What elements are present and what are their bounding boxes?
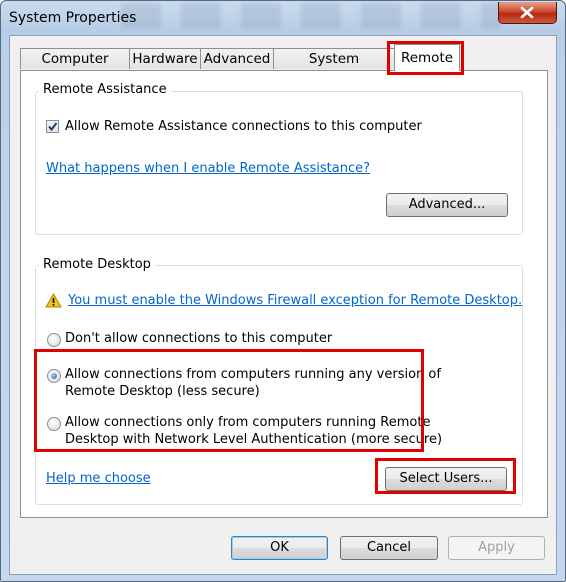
dialog-client-area: Computer Name Hardware Advanced System P… (9, 35, 557, 575)
cancel-button[interactable]: Cancel (340, 536, 438, 560)
title-bar[interactable]: System Properties (1, 1, 565, 35)
warning-icon (45, 293, 62, 308)
close-button[interactable] (498, 2, 557, 24)
remote-assistance-help-link[interactable]: What happens when I enable Remote Assist… (46, 161, 370, 176)
allow-any-version-radio[interactable] (47, 369, 61, 383)
tab-advanced[interactable]: Advanced (200, 48, 274, 69)
select-users-button[interactable]: Select Users... (385, 467, 507, 491)
remote-assistance-group-label: Remote Assistance (39, 82, 171, 97)
advanced-button[interactable]: Advanced... (386, 193, 508, 217)
firewall-exception-link[interactable]: You must enable the Windows Firewall exc… (68, 293, 522, 308)
allow-remote-assistance-checkbox[interactable] (46, 120, 59, 133)
allow-remote-assistance-label[interactable]: Allow Remote Assistance connections to t… (65, 119, 422, 134)
close-icon (520, 6, 534, 19)
remote-tab-panel: Remote Assistance Allow Remote Assistanc… (20, 70, 548, 518)
system-properties-window: System Properties Computer Name Hardware… (0, 0, 566, 582)
tab-system-protection[interactable]: System Protection (273, 48, 395, 88)
allow-any-version-label-line2[interactable]: Remote Desktop (less secure) (65, 384, 260, 399)
glass-background (121, 3, 501, 29)
help-me-choose-link[interactable]: Help me choose (46, 471, 151, 486)
window-title: System Properties (9, 10, 137, 26)
apply-button[interactable]: Apply (448, 536, 545, 560)
checkmark-icon (48, 122, 58, 132)
dont-allow-connections-label[interactable]: Don't allow connections to this computer (65, 331, 332, 346)
allow-any-version-label-line1[interactable]: Allow connections from computers running… (65, 367, 441, 382)
dont-allow-connections-radio[interactable] (47, 333, 61, 347)
allow-nla-only-label-line2[interactable]: Desktop with Network Level Authenticatio… (65, 432, 442, 447)
ok-button[interactable]: OK (231, 536, 328, 560)
tab-computer-name[interactable]: Computer Name (20, 48, 130, 88)
tab-hardware[interactable]: Hardware (129, 48, 201, 69)
allow-nla-only-radio[interactable] (47, 417, 61, 431)
tab-remote[interactable]: Remote (394, 44, 460, 71)
allow-nla-only-label-line1[interactable]: Allow connections only from computers ru… (65, 415, 430, 430)
remote-desktop-group-label: Remote Desktop (39, 257, 155, 272)
